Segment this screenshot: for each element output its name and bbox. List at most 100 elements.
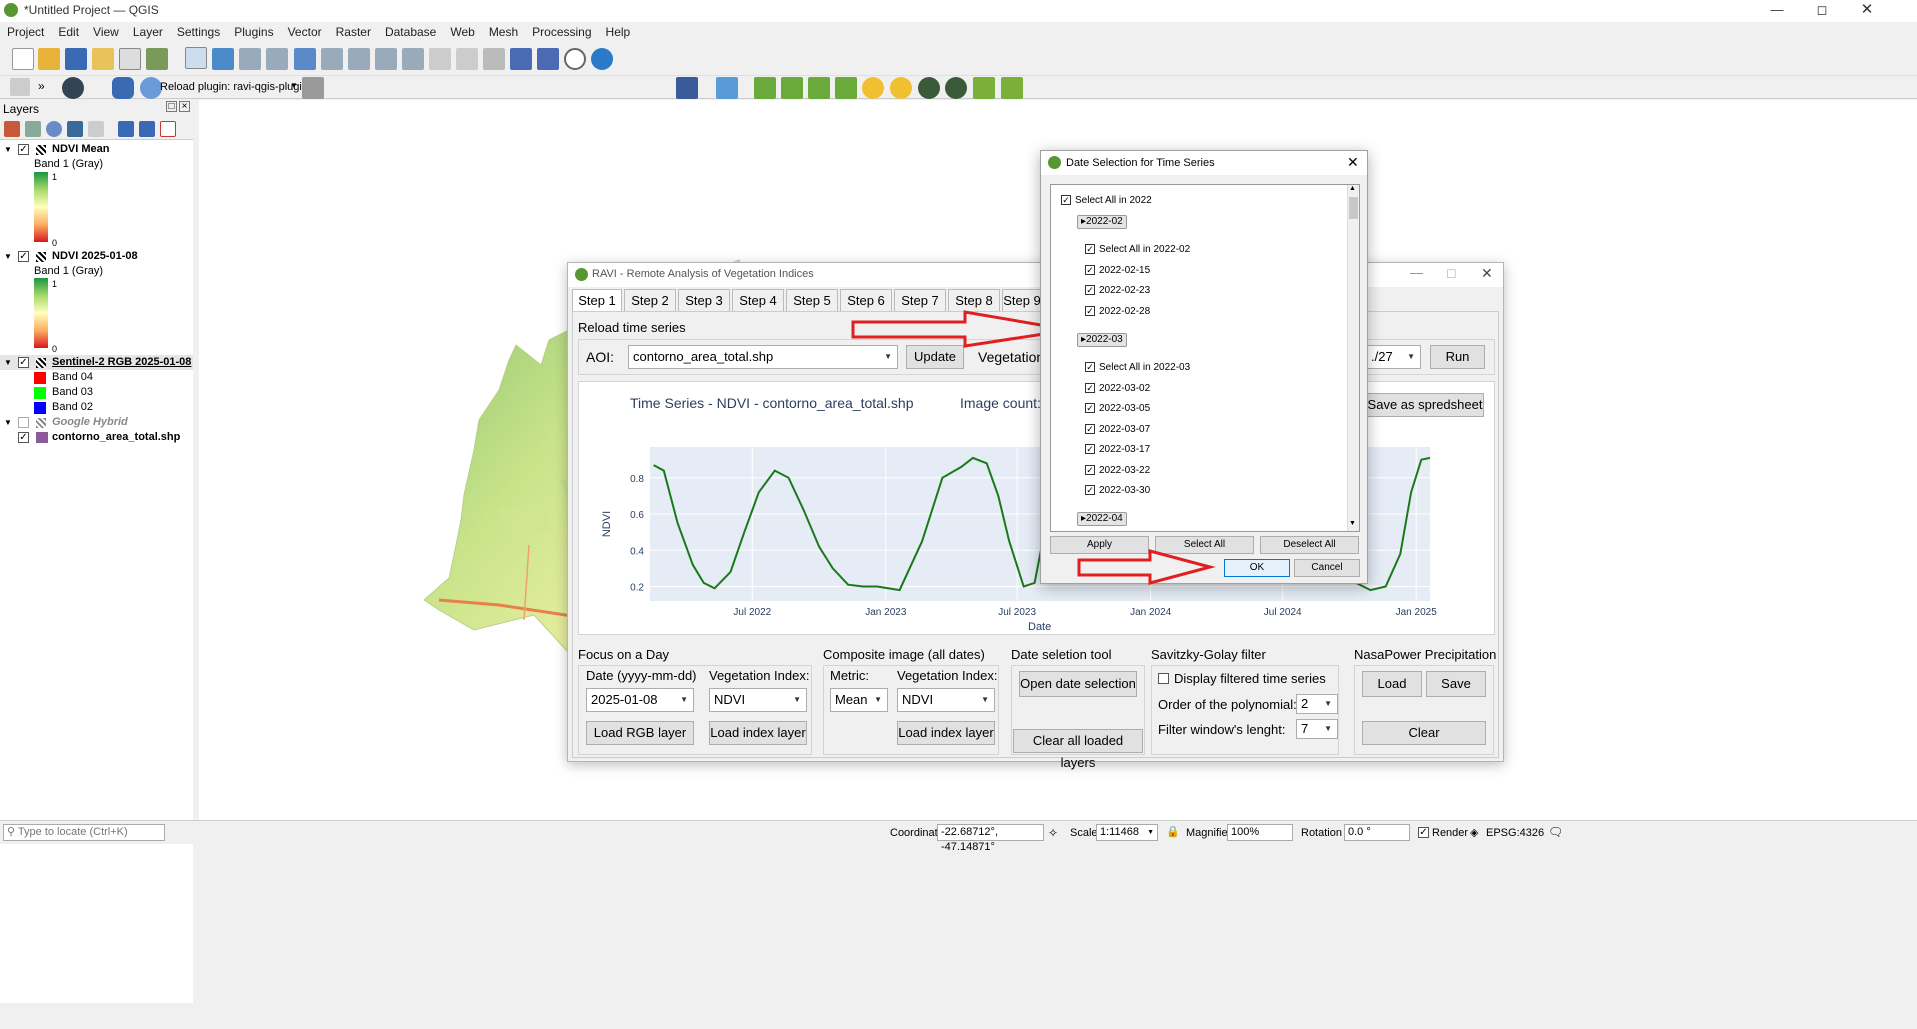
tab-step-8[interactable]: Step 8: [948, 289, 1000, 311]
close-button[interactable]: ✕: [1481, 265, 1493, 282]
date-select[interactable]: 2025-01-08 ▼: [586, 688, 694, 712]
minimize-button[interactable]: —: [1410, 265, 1423, 280]
reload-plugin-label[interactable]: Reload plugin: ravi-qgis-plugin: [160, 81, 308, 93]
rotation-field[interactable]: 0.0 °: [1344, 824, 1410, 841]
new-project-icon[interactable]: [12, 48, 34, 70]
filter-plugin-icon-1[interactable]: [973, 77, 995, 99]
group-2022-03-button[interactable]: ▸2022-03: [1077, 333, 1127, 347]
nasa-save-button[interactable]: Save: [1426, 671, 1486, 697]
select-all-button[interactable]: Select All: [1155, 536, 1254, 554]
checkbox[interactable]: ✓: [1085, 265, 1095, 275]
save-project-icon[interactable]: [65, 48, 87, 70]
chart-plugin-icon-3[interactable]: [808, 77, 830, 99]
maximize-button[interactable]: ◻: [1800, 0, 1844, 22]
reload-plugin-icon[interactable]: [140, 77, 162, 99]
coordinate-field[interactable]: -22.68712°, -47.14871°: [937, 824, 1044, 853]
zoom-out-icon[interactable]: [266, 48, 288, 70]
menu-processing[interactable]: Processing: [525, 23, 598, 39]
expand-arrow-icon[interactable]: ▼: [4, 415, 12, 430]
checkbox[interactable]: ✓: [1085, 424, 1095, 434]
zoom-next-icon[interactable]: [429, 48, 451, 70]
menu-view[interactable]: View: [86, 23, 126, 39]
layer-sentinel-rgb[interactable]: ▼ ✓ Sentinel-2 RGB 2025-01-08: [0, 355, 193, 370]
layer-checkbox[interactable]: ✓: [18, 432, 29, 443]
filter-expression-icon[interactable]: [88, 121, 104, 137]
layout-manager-icon[interactable]: [119, 48, 141, 70]
add-group-icon[interactable]: [25, 121, 41, 137]
zoom-native-icon[interactable]: [375, 48, 397, 70]
help-icon[interactable]: [676, 77, 698, 99]
expand-all-icon[interactable]: [118, 121, 134, 137]
tab-step-7[interactable]: Step 7: [894, 289, 946, 311]
plugin-globe-icon[interactable]: [62, 77, 84, 99]
display-filtered-checkbox[interactable]: [1158, 673, 1169, 684]
menu-plugins[interactable]: Plugins: [227, 23, 280, 39]
vi-select[interactable]: NDVI ▼: [709, 688, 807, 712]
aoi-select[interactable]: contorno_area_total.shp ▼: [628, 345, 898, 369]
refresh-icon[interactable]: [591, 48, 613, 70]
checkbox[interactable]: ✓: [1085, 244, 1095, 254]
zoom-last-icon[interactable]: [402, 48, 424, 70]
scroll-up-icon[interactable]: ▲: [1349, 185, 1356, 192]
checkbox[interactable]: ✓: [1085, 285, 1095, 295]
open-project-icon[interactable]: [38, 48, 60, 70]
tab-step-2[interactable]: Step 2: [624, 289, 676, 311]
checkbox[interactable]: ✓: [1085, 306, 1095, 316]
crs-globe-icon[interactable]: ◈: [1470, 826, 1478, 839]
layer-checkbox[interactable]: [18, 417, 29, 428]
magnifier-field[interactable]: 100%: [1227, 824, 1293, 841]
expand-arrow-icon[interactable]: ▼: [4, 249, 12, 264]
end-date-select[interactable]: ./27 ▼: [1366, 345, 1421, 369]
visibility-icon[interactable]: [46, 121, 62, 137]
layer-checkbox[interactable]: ✓: [18, 251, 29, 262]
satellite-icon[interactable]: [302, 77, 324, 99]
tab-step-6[interactable]: Step 6: [840, 289, 892, 311]
load-rgb-button[interactable]: Load RGB layer: [586, 721, 694, 745]
window-length-select[interactable]: 7 ▼: [1296, 719, 1338, 739]
expand-arrow-icon[interactable]: ▼: [4, 355, 12, 370]
sun-plugin-icon-1[interactable]: [862, 77, 884, 99]
poly-order-select[interactable]: 2 ▼: [1296, 694, 1338, 714]
group-2022-04-button[interactable]: ▸2022-04: [1077, 512, 1127, 526]
close-button[interactable]: ✕: [1845, 0, 1889, 22]
satellite-plugin-icon[interactable]: [716, 77, 738, 99]
globe-plugin-icon-1[interactable]: [918, 77, 940, 99]
checkbox[interactable]: ✓: [1085, 444, 1095, 454]
globe-plugin-icon-2[interactable]: [945, 77, 967, 99]
composite-load-index-button[interactable]: Load index layer: [897, 721, 995, 745]
load-index-button[interactable]: Load index layer: [709, 721, 807, 745]
menu-settings[interactable]: Settings: [170, 23, 227, 39]
checkbox[interactable]: ✓: [1085, 362, 1095, 372]
tab-step-4[interactable]: Step 4: [732, 289, 784, 311]
chevron-down-icon[interactable]: ▼: [290, 81, 298, 90]
filter-legend-icon[interactable]: [67, 121, 83, 137]
update-button[interactable]: Update: [906, 345, 964, 369]
show-bookmarks-icon[interactable]: [537, 48, 559, 70]
menu-edit[interactable]: Edit: [51, 23, 86, 39]
text-field-icon[interactable]: [10, 78, 30, 96]
checkbox[interactable]: ✓: [1085, 383, 1095, 393]
tab-step-3[interactable]: Step 3: [678, 289, 730, 311]
cancel-button[interactable]: Cancel: [1294, 559, 1360, 577]
toolbar-overflow-chevron[interactable]: »: [38, 79, 45, 93]
render-checkbox[interactable]: ✓: [1418, 827, 1429, 838]
menu-web[interactable]: Web: [443, 23, 481, 39]
checkbox[interactable]: ✓: [1061, 195, 1071, 205]
messages-icon[interactable]: 🗨: [1548, 825, 1563, 839]
checkbox[interactable]: ✓: [1085, 485, 1095, 495]
new-3d-view-icon[interactable]: [483, 48, 505, 70]
tab-step-1[interactable]: Step 1: [572, 289, 622, 311]
menu-help[interactable]: Help: [599, 23, 638, 39]
deselect-all-button[interactable]: Deselect All: [1260, 536, 1359, 554]
tab-step-5[interactable]: Step 5: [786, 289, 838, 311]
tab-step-9[interactable]: Step 9: [1002, 289, 1042, 311]
menu-layer[interactable]: Layer: [126, 23, 170, 39]
new-map-view-icon[interactable]: [456, 48, 478, 70]
chart-plugin-icon-1[interactable]: [754, 77, 776, 99]
menu-vector[interactable]: Vector: [281, 23, 329, 39]
composite-vi-select[interactable]: NDVI ▼: [897, 688, 995, 712]
nasa-clear-button[interactable]: Clear: [1362, 721, 1486, 745]
checkbox[interactable]: ✓: [1085, 465, 1095, 475]
clear-all-layers-button[interactable]: Clear all loaded layers: [1013, 729, 1143, 770]
apply-button[interactable]: Apply: [1050, 536, 1149, 554]
